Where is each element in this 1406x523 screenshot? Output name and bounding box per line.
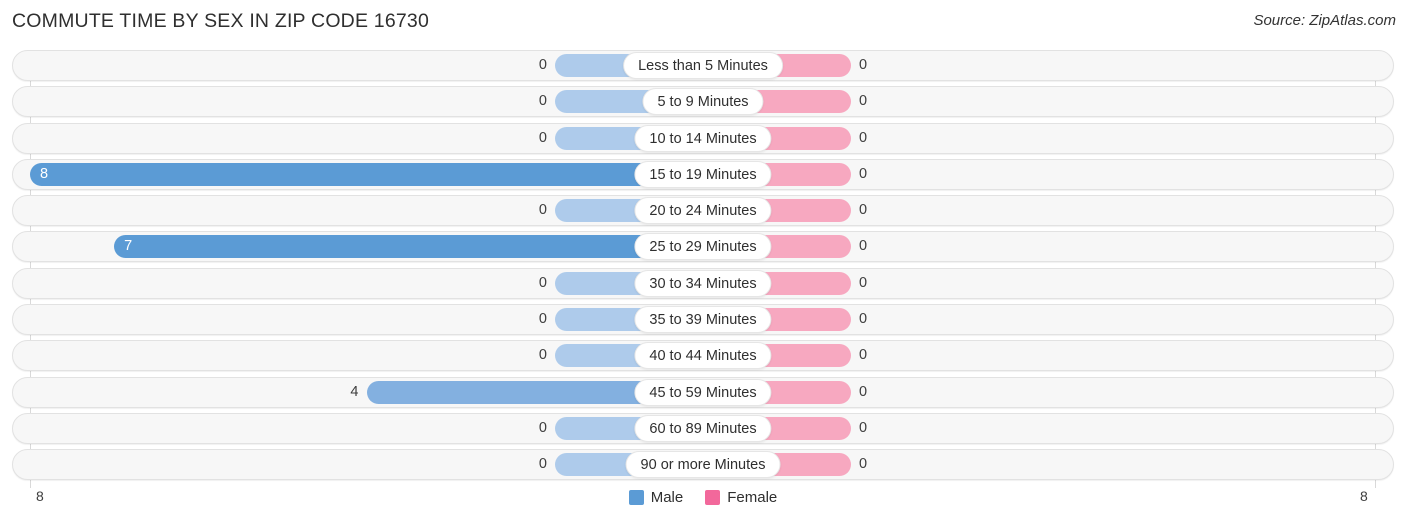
bar-value-female: 0 <box>859 311 868 328</box>
chart-rows: 0 0 Less than 5 Minutes 0 0 5 to 9 Minutes 0 0 1… <box>0 50 1406 486</box>
category-label: Less than 5 Minutes <box>623 52 783 79</box>
chart-row: 0 0 20 to 24 Minutes <box>0 195 1406 227</box>
chart-legend: Male Female <box>0 489 1406 506</box>
chart-row: 0 0 30 to 34 Minutes <box>0 267 1406 299</box>
bar-value-female: 0 <box>859 383 868 400</box>
bar-male[interactable] <box>30 162 703 186</box>
bar-value-male: 0 <box>538 274 547 291</box>
bar-value-male: 0 <box>538 456 547 473</box>
chart-row: 0 0 60 to 89 Minutes <box>0 412 1406 444</box>
bar-value-male: 8 <box>40 165 49 182</box>
chart-row: 0 0 10 to 14 Minutes <box>0 122 1406 154</box>
bar-value-female: 0 <box>859 202 868 219</box>
category-label: 15 to 19 Minutes <box>634 160 772 188</box>
bar-value-male: 0 <box>538 129 547 146</box>
chart-row: 8 0 15 to 19 Minutes <box>0 158 1406 190</box>
category-label: 35 to 39 Minutes <box>634 306 772 334</box>
chart-row: 0 0 40 to 44 Minutes <box>0 340 1406 372</box>
legend-swatch-female-icon <box>705 490 721 505</box>
category-label: 60 to 89 Minutes <box>634 414 772 442</box>
bar-value-female: 0 <box>859 57 868 73</box>
bar-value-male: 0 <box>538 311 547 328</box>
category-label: 30 to 34 Minutes <box>634 269 772 297</box>
chart-row: 7 0 25 to 29 Minutes <box>0 231 1406 263</box>
category-label: 10 to 14 Minutes <box>634 124 772 152</box>
bar-value-female: 0 <box>859 347 868 364</box>
bar-value-male: 4 <box>350 383 359 400</box>
bar-value-female: 0 <box>859 419 868 436</box>
category-label: 45 to 59 Minutes <box>634 378 772 406</box>
chart-header: COMMUTE TIME BY SEX IN ZIP CODE 16730 So… <box>0 0 1406 44</box>
chart-row: 0 0 90 or more Minutes <box>0 449 1406 481</box>
bar-value-female: 0 <box>859 456 868 473</box>
chart-row: 0 0 5 to 9 Minutes <box>0 86 1406 118</box>
bar-value-male: 0 <box>538 202 547 219</box>
chart-row: 0 0 Less than 5 Minutes <box>0 50 1406 81</box>
category-label: 25 to 29 Minutes <box>634 233 772 261</box>
bar-value-female: 0 <box>859 129 868 146</box>
source-attribution: Source: ZipAtlas.com <box>1253 12 1396 29</box>
bar-male[interactable] <box>114 235 703 259</box>
chart-row: 4 0 45 to 59 Minutes <box>0 376 1406 408</box>
legend-item-female[interactable]: Female <box>705 489 777 506</box>
category-label: 5 to 9 Minutes <box>642 88 764 116</box>
bar-value-male: 0 <box>538 57 547 73</box>
legend-swatch-male-icon <box>628 490 644 505</box>
legend-label-male: Male <box>650 489 684 506</box>
category-label: 20 to 24 Minutes <box>634 197 772 225</box>
bar-value-female: 0 <box>859 93 868 110</box>
bar-value-female: 0 <box>859 165 868 182</box>
page-title: COMMUTE TIME BY SEX IN ZIP CODE 16730 <box>12 10 430 32</box>
bar-value-male: 7 <box>124 238 133 255</box>
chart-footer: 8 8 Male Female <box>0 486 1406 523</box>
chart-row: 0 0 35 to 39 Minutes <box>0 304 1406 336</box>
bar-value-female: 0 <box>859 274 868 291</box>
legend-item-male[interactable]: Male <box>628 489 684 506</box>
bar-value-male: 0 <box>538 347 547 364</box>
category-label: 40 to 44 Minutes <box>634 342 772 370</box>
bar-value-male: 0 <box>538 419 547 436</box>
legend-label-female: Female <box>727 489 778 506</box>
category-label: 90 or more Minutes <box>625 451 781 479</box>
bar-value-male: 0 <box>538 93 547 110</box>
chart-plot-area: 0 0 Less than 5 Minutes 0 0 5 to 9 Minutes 0 0 1… <box>0 50 1406 488</box>
bar-value-female: 0 <box>859 238 868 255</box>
